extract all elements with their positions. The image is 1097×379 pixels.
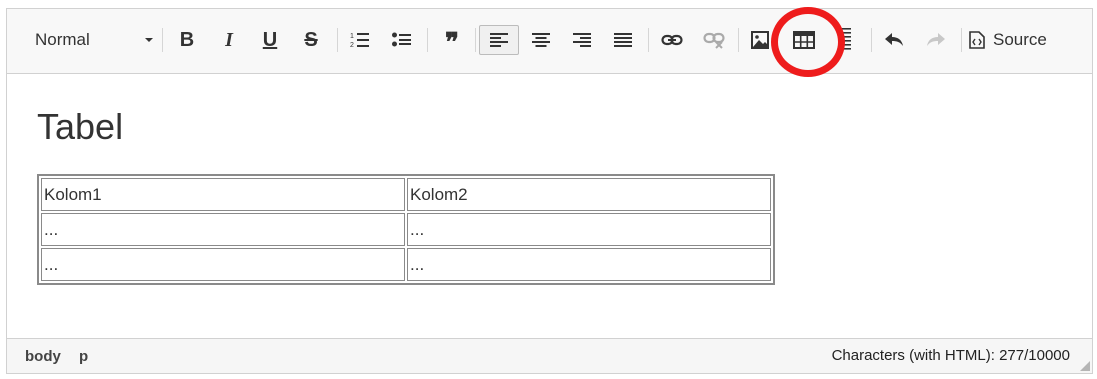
table-row: Kolom1 Kolom2 [41, 178, 771, 211]
chevron-down-icon [145, 38, 153, 42]
path-item-body[interactable]: body [25, 348, 61, 365]
toolbar-separator [648, 28, 649, 52]
character-counter: Characters (with HTML): 277/10000 [831, 347, 1070, 364]
svg-text:1: 1 [350, 33, 354, 40]
numbered-list-button[interactable]: 12 [347, 25, 373, 55]
editor-toolbar: Normal B I U S 12 ❞ Source [7, 7, 1092, 77]
blockquote-icon: ❞ [445, 27, 459, 57]
link-button[interactable] [657, 25, 687, 55]
table-cell[interactable]: ... [407, 213, 771, 246]
link-icon [661, 34, 683, 46]
numbered-list-icon: 12 [350, 33, 369, 49]
table-cell[interactable]: ... [41, 248, 405, 281]
toolbar-separator [871, 28, 872, 52]
blockquote-button[interactable]: ❞ [437, 25, 467, 55]
table-row: ...... [41, 248, 771, 281]
unlink-icon [703, 32, 725, 49]
horizontal-rule-icon [839, 28, 851, 50]
insert-image-button[interactable] [745, 25, 775, 55]
table-cell[interactable]: Kolom2 [407, 178, 771, 211]
redo-icon [927, 33, 945, 46]
toolbar-separator [738, 28, 739, 52]
align-left-button[interactable] [479, 25, 519, 55]
toolbar-separator [475, 28, 476, 52]
undo-button[interactable] [879, 25, 909, 55]
undo-icon [885, 33, 903, 46]
justify-button[interactable] [608, 25, 638, 55]
table-cell[interactable]: ... [407, 248, 771, 281]
redo-button[interactable] [921, 25, 951, 55]
svg-text:2: 2 [350, 42, 354, 49]
source-button-label: Source [993, 30, 1047, 49]
bulleted-list-icon [392, 32, 411, 47]
table-icon [793, 31, 815, 49]
rich-text-editor: Normal B I U S 12 ❞ Source Tabel Kolom1 … [6, 7, 1093, 374]
toolbar-separator [427, 28, 428, 52]
unlink-button[interactable] [699, 25, 729, 55]
align-left-icon [490, 33, 508, 47]
italic-button[interactable]: I [215, 25, 243, 55]
strikethrough-button[interactable]: S [297, 25, 325, 55]
status-bar: body p Characters (with HTML): 277/10000 [7, 338, 1092, 373]
align-right-button[interactable] [567, 25, 597, 55]
align-right-icon [573, 33, 591, 47]
align-center-button[interactable] [526, 25, 556, 55]
table-row: ...... [41, 213, 771, 246]
format-dropdown-value: Normal [35, 30, 90, 49]
align-center-icon [532, 33, 550, 47]
element-path: body p [25, 348, 102, 365]
toolbar-separator [961, 28, 962, 52]
underline-button[interactable]: U [256, 25, 284, 55]
editor-content[interactable]: Tabel Kolom1 Kolom2............ [7, 74, 1092, 340]
format-dropdown[interactable]: Normal [29, 25, 153, 55]
image-icon [751, 31, 769, 49]
horizontal-rule-button[interactable] [835, 25, 855, 55]
toolbar-separator [337, 28, 338, 52]
content-table[interactable]: Kolom1 Kolom2............ [37, 174, 775, 285]
page-title[interactable]: Tabel [37, 106, 123, 148]
bulleted-list-button[interactable] [389, 25, 415, 55]
insert-table-button[interactable] [789, 25, 819, 55]
table-cell[interactable]: ... [41, 213, 405, 246]
table-cell[interactable]: Kolom1 [41, 178, 405, 211]
resize-handle-icon[interactable] [1080, 361, 1090, 371]
source-code-icon [969, 31, 985, 49]
justify-icon [614, 33, 632, 47]
bold-button[interactable]: B [173, 25, 201, 55]
toolbar-separator [162, 28, 163, 52]
path-item-p[interactable]: p [79, 348, 88, 365]
source-button[interactable]: Source [969, 25, 1069, 55]
